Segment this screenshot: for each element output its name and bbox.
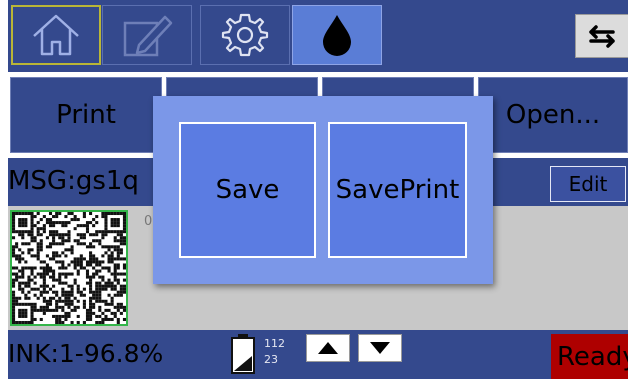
scroll-up-button[interactable] — [306, 334, 350, 362]
triangle-up-icon — [318, 342, 338, 354]
saveprint-button[interactable]: SavePrint — [328, 122, 467, 258]
counter-top: 112 — [264, 337, 285, 350]
save-label: Save — [215, 175, 280, 205]
battery-icon — [231, 334, 255, 374]
print-button[interactable]: Print — [10, 77, 162, 153]
printer-screen: Print Open... MSG:gs1q Edit 0 INK:1-96.8… — [0, 0, 628, 379]
ready-status[interactable]: Ready — [551, 334, 628, 379]
edit-message-button[interactable]: Edit — [550, 166, 626, 202]
home-icon — [33, 14, 79, 56]
edit-button[interactable] — [102, 5, 192, 65]
ready-label: Ready — [557, 341, 628, 372]
edit-icon — [123, 15, 173, 57]
top-toolbar — [8, 0, 628, 72]
status-bar: INK:1-96.8% 112 23 Ready — [8, 330, 628, 379]
preview-index: 0 — [144, 214, 153, 229]
save-dialog: Save SavePrint — [153, 96, 493, 284]
ink-level: INK:1-96.8% — [8, 339, 164, 368]
save-button[interactable]: Save — [179, 122, 316, 258]
triangle-down-icon — [370, 342, 390, 354]
qr-code-image — [10, 210, 128, 326]
open-button-label: Open... — [505, 100, 601, 130]
saveprint-label: SavePrint — [335, 175, 460, 205]
gear-icon — [221, 13, 269, 57]
scroll-down-button[interactable] — [358, 334, 402, 362]
settings-button[interactable] — [200, 5, 290, 65]
swap-icon — [589, 25, 615, 48]
message-name: MSG:gs1q — [8, 166, 139, 196]
home-button[interactable] — [11, 5, 101, 65]
counter-bottom: 23 — [264, 353, 278, 366]
swap-button[interactable] — [575, 14, 628, 58]
ink-drop-icon — [323, 15, 351, 56]
ink-button[interactable] — [292, 5, 382, 65]
open-button[interactable]: Open... — [478, 77, 628, 153]
edit-message-label: Edit — [568, 172, 608, 196]
print-counter: 112 23 — [264, 336, 285, 368]
print-button-label: Print — [56, 100, 116, 130]
